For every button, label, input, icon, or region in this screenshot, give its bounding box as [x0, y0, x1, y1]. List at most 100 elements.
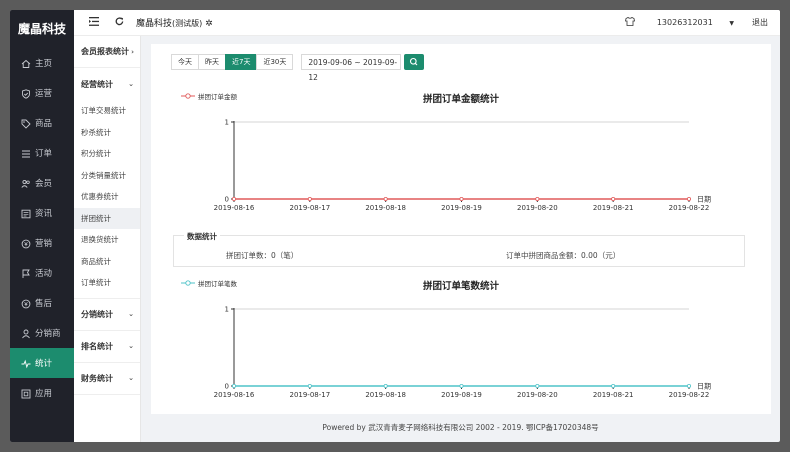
data-point[interactable] — [383, 197, 388, 202]
subnav-item[interactable]: 积分统计 — [74, 143, 140, 165]
subnav-item[interactable]: 优惠券统计 — [74, 186, 140, 208]
top-header: 魔晶科技(测试版) ✲ 13026312031 ▼ 退出 — [74, 10, 780, 36]
shield-check-icon — [21, 88, 30, 99]
sidebar-item-11[interactable]: 应用 — [10, 378, 74, 408]
search-button[interactable] — [404, 54, 425, 70]
site-name: 魔晶科技 — [136, 19, 173, 29]
user-phone: 13026312031 — [656, 18, 713, 27]
subnav-group-label: 会员报表统计 — [81, 47, 129, 56]
data-point[interactable] — [459, 197, 464, 202]
chevron-down-icon: ⌄ — [128, 310, 134, 318]
sidebar-item-label: 会员 — [35, 179, 53, 189]
flag-icon — [21, 269, 30, 278]
sidebar-item-7[interactable]: 活动 — [10, 258, 74, 288]
sidebar-item-1[interactable]: 运营 — [10, 78, 74, 108]
logout-link[interactable]: 退出 — [752, 17, 768, 28]
data-point[interactable] — [687, 384, 692, 389]
sidebar-item-3[interactable]: 订单 — [10, 138, 74, 168]
subnav-item[interactable]: 订单交易统计 — [74, 100, 140, 122]
order-amount-chart: 0 1 2019-08-16 2019-08-17 2019-08-18 2019-08-… — [214, 119, 711, 213]
y-tick-label: 0 — [225, 383, 229, 391]
data-point[interactable] — [459, 384, 464, 389]
x-tick-label: 2019-08-17 — [289, 391, 330, 399]
sidebar-item-9[interactable]: 分销商 — [10, 318, 74, 348]
date-range-input[interactable]: 2019-09-06 ~ 2019-09-12 — [301, 54, 402, 82]
subnav-operation-items: 订单交易统计 秒杀统计 积分统计 分类销量统计 优惠券统计 拼团统计 退换货统计 商品统计 订单… — [74, 100, 140, 299]
x-axis-label: 日期 — [697, 383, 711, 391]
data-point[interactable] — [232, 197, 237, 202]
sidebar-item-0[interactable]: 主页 — [10, 48, 74, 78]
search-icon — [410, 57, 418, 66]
user-account-menu[interactable]: 13026312031 ▼ — [657, 18, 734, 27]
x-tick-label: 2019-08-20 — [517, 204, 558, 212]
data-point[interactable] — [611, 384, 616, 389]
news-icon — [21, 209, 31, 218]
x-tick-label: 2019-08-21 — [593, 204, 634, 212]
sidebar-item-label: 商品 — [35, 119, 53, 129]
subnav-item[interactable]: 退换货统计 — [74, 229, 140, 251]
range-button[interactable]: 昨天 — [198, 54, 226, 70]
refresh-icon[interactable] — [115, 16, 124, 29]
data-point[interactable] — [687, 197, 692, 202]
sidebar-item-label: 运营 — [35, 89, 53, 99]
theme-shirt-icon[interactable] — [624, 17, 635, 28]
subnav-item[interactable]: 订单统计 — [74, 272, 140, 294]
edition-label: (测试版) — [172, 19, 203, 28]
subnav-group-member-report[interactable]: 会员报表统计 › — [74, 36, 140, 68]
page-footer: Powered by 武汉青青麦子网络科技有限公司 2002 - 2019. 鄂… — [322, 423, 599, 432]
x-tick-label: 2019-08-16 — [214, 391, 255, 399]
x-tick-label: 2019-08-17 — [289, 204, 330, 212]
tag-icon — [21, 119, 31, 129]
subnav-group-distribution[interactable]: 分销统计 ⌄ — [74, 299, 140, 331]
page-title: 魔晶科技(测试版) ✲ — [136, 16, 213, 29]
subnav-item[interactable]: 分类销量统计 — [74, 165, 140, 187]
subnav-group-finance[interactable]: 财务统计 ⌄ — [74, 363, 140, 395]
subnav-item[interactable]: 秒杀统计 — [74, 122, 140, 144]
range-button[interactable]: 近7天 — [225, 54, 258, 70]
x-tick-label: 2019-08-16 — [214, 204, 255, 212]
sidebar-item-label: 订单 — [35, 149, 53, 159]
subnav-group-label: 排名统计 — [81, 341, 113, 351]
x-tick-label: 2019-08-19 — [441, 204, 482, 212]
data-point[interactable] — [535, 384, 540, 389]
y-tick-label: 0 — [225, 196, 229, 204]
stats-title: 数据统计 — [184, 231, 220, 242]
data-point[interactable] — [611, 197, 616, 202]
sidebar-item-4[interactable]: 会员 — [10, 168, 74, 198]
caret-down-icon: ▼ — [729, 20, 734, 27]
chart2-title: 拼团订单笔数统计 — [422, 281, 499, 292]
settings-gear-icon[interactable]: ✲ — [205, 19, 213, 29]
subnav-item[interactable]: 商品统计 — [74, 251, 140, 273]
x-tick-label: 2019-08-18 — [365, 391, 406, 399]
menu-toggle-icon[interactable] — [89, 16, 99, 29]
sidebar-item-10[interactable]: 统计 — [10, 348, 74, 378]
x-tick-label: 2019-08-20 — [517, 391, 558, 399]
subnav-group-rank[interactable]: 排名统计 ⌄ — [74, 331, 140, 363]
x-tick-label: 2019-08-19 — [441, 391, 482, 399]
subnav-group-operation[interactable]: 经营统计 ⌄ — [74, 68, 140, 100]
data-point[interactable] — [307, 197, 312, 202]
sidebar-item-2[interactable]: 商品 — [10, 108, 74, 138]
stats-subnav: 会员报表统计 › 经营统计 ⌄ 订单交易统计 秒杀统计 积分统计 分类销量统计 优惠券统… — [74, 10, 141, 442]
chevron-right-icon: › — [131, 47, 134, 56]
chart1-title: 拼团订单金额统计 — [422, 94, 499, 105]
range-button[interactable]: 近30天 — [256, 54, 294, 70]
data-point[interactable] — [307, 384, 312, 389]
data-point[interactable] — [535, 197, 540, 202]
pulse-icon — [21, 359, 31, 368]
sidebar-item-label: 资讯 — [35, 209, 53, 219]
range-button[interactable]: 今天 — [171, 54, 199, 70]
data-point[interactable] — [232, 384, 237, 389]
subnav-group-label: 分销统计 — [81, 309, 113, 319]
subnav-group-label: 财务统计 — [81, 373, 113, 383]
sidebar-item-5[interactable]: 资讯 — [10, 198, 74, 228]
data-point[interactable] — [383, 384, 388, 389]
subnav-item[interactable]: 拼团统计 — [74, 207, 140, 229]
x-tick-label: 2019-08-22 — [669, 204, 710, 212]
users-icon — [21, 179, 30, 188]
order-count-chart: 0 1 2019-08-16 2019-08-17 2019-08-18 2019-08-… — [214, 306, 711, 400]
sidebar-item-8[interactable]: 售后 — [10, 288, 74, 318]
x-tick-label: 2019-08-21 — [593, 391, 634, 399]
sidebar-item-6[interactable]: 营销 — [10, 228, 74, 258]
coin-icon — [21, 299, 31, 308]
